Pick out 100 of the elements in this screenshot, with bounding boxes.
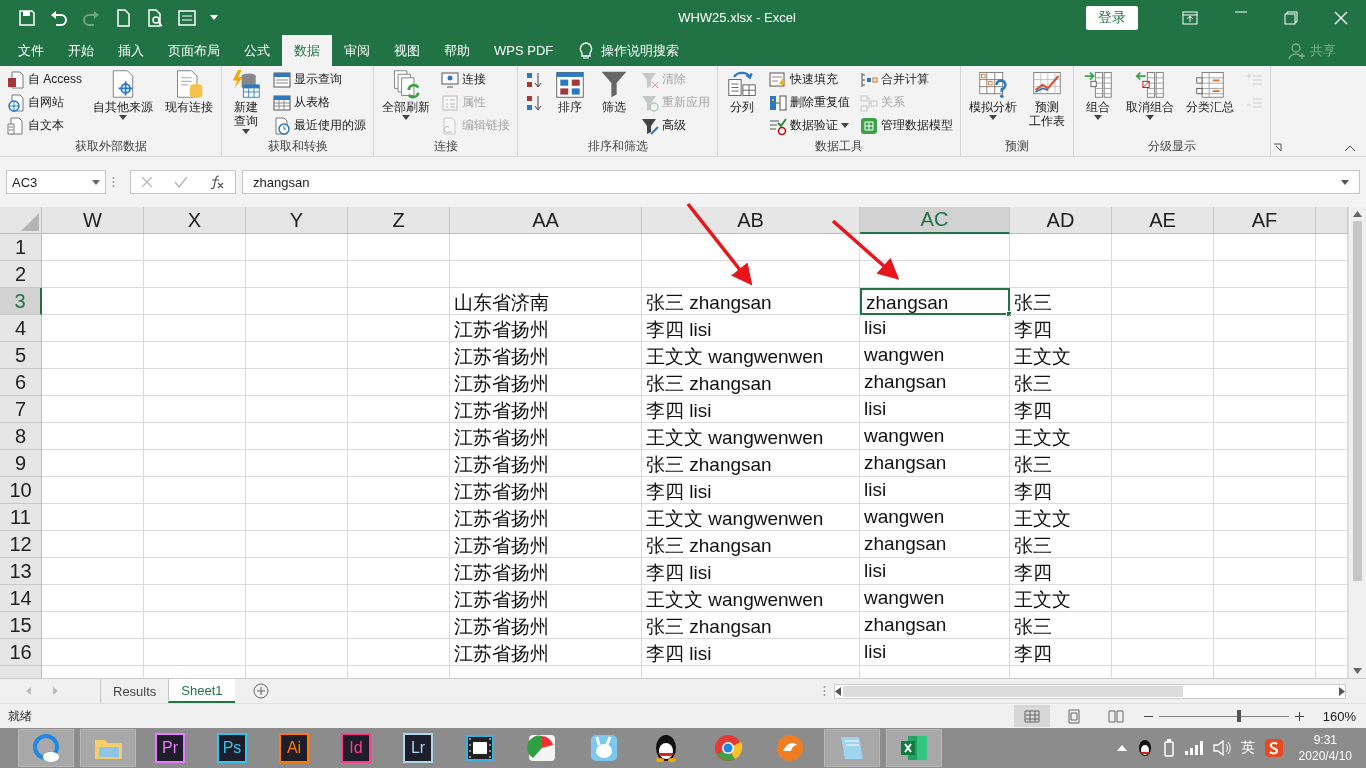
cell[interactable] bbox=[1112, 450, 1214, 477]
ribbon-button[interactable]: 删除重复值 bbox=[766, 91, 853, 114]
cell[interactable] bbox=[42, 504, 144, 531]
cell[interactable] bbox=[642, 261, 860, 288]
cell[interactable] bbox=[246, 558, 348, 585]
cell[interactable] bbox=[860, 234, 1010, 261]
ribbon-button[interactable]: 取消组合 bbox=[1122, 68, 1178, 121]
ribbon-button[interactable]: 快速填充 bbox=[766, 68, 853, 91]
cell[interactable] bbox=[144, 585, 246, 612]
cell[interactable] bbox=[348, 261, 450, 288]
cell[interactable]: wangwen bbox=[860, 504, 1010, 531]
row-header[interactable]: 16 bbox=[0, 639, 42, 666]
cell[interactable]: 江苏省扬州 bbox=[450, 612, 642, 639]
cell[interactable] bbox=[246, 504, 348, 531]
row-header[interactable]: 9 bbox=[0, 450, 42, 477]
ribbon-tab[interactable]: 插入 bbox=[106, 35, 156, 66]
ribbon-button[interactable]: 模拟分析 bbox=[965, 68, 1021, 121]
cell[interactable] bbox=[1010, 261, 1112, 288]
cell[interactable]: 张三 bbox=[1010, 531, 1112, 558]
cell[interactable] bbox=[144, 531, 246, 558]
cell[interactable] bbox=[1214, 504, 1316, 531]
cell[interactable] bbox=[246, 369, 348, 396]
cell[interactable] bbox=[246, 234, 348, 261]
cell[interactable]: 王文文 wangwenwen bbox=[642, 504, 860, 531]
cell[interactable] bbox=[246, 396, 348, 423]
cell[interactable]: 李四 lisi bbox=[642, 558, 860, 585]
cell[interactable] bbox=[42, 369, 144, 396]
cell[interactable]: 江苏省扬州 bbox=[450, 477, 642, 504]
cell[interactable] bbox=[1214, 234, 1316, 261]
cell[interactable]: 江苏省扬州 bbox=[450, 450, 642, 477]
cell[interactable] bbox=[144, 396, 246, 423]
cell[interactable]: 张三 bbox=[1010, 288, 1112, 315]
ribbon-button[interactable]: 数据验证 bbox=[766, 114, 853, 137]
cell[interactable] bbox=[42, 261, 144, 288]
cell[interactable] bbox=[1112, 639, 1214, 666]
cell[interactable] bbox=[42, 450, 144, 477]
sheet-tab[interactable]: Sheet1 bbox=[168, 679, 235, 703]
cell[interactable] bbox=[246, 612, 348, 639]
cell[interactable]: 江苏省扬州 bbox=[450, 396, 642, 423]
cell[interactable] bbox=[42, 612, 144, 639]
cell[interactable] bbox=[348, 315, 450, 342]
undo-icon[interactable] bbox=[50, 8, 68, 27]
ribbon-button[interactable]: 最近使用的源 bbox=[270, 114, 369, 137]
cell[interactable]: zhangsan bbox=[860, 450, 1010, 477]
cell[interactable] bbox=[42, 234, 144, 261]
cell[interactable] bbox=[42, 396, 144, 423]
cell[interactable]: 张三 zhangsan bbox=[642, 531, 860, 558]
ribbon-tab[interactable]: 帮助 bbox=[432, 35, 482, 66]
cell[interactable]: 李四 bbox=[1010, 315, 1112, 342]
cell[interactable]: wangwen bbox=[860, 342, 1010, 369]
cell[interactable]: 江苏省扬州 bbox=[450, 369, 642, 396]
cell[interactable] bbox=[1112, 342, 1214, 369]
cell[interactable]: lisi bbox=[860, 477, 1010, 504]
cell[interactable] bbox=[348, 639, 450, 666]
cell[interactable] bbox=[144, 423, 246, 450]
cell[interactable]: 王文文 wangwenwen bbox=[642, 423, 860, 450]
row-header[interactable]: 7 bbox=[0, 396, 42, 423]
cell[interactable] bbox=[144, 261, 246, 288]
ribbon-button[interactable]: 现有连接 bbox=[161, 68, 217, 115]
cell[interactable] bbox=[246, 261, 348, 288]
cell[interactable] bbox=[1112, 612, 1214, 639]
cell[interactable] bbox=[144, 342, 246, 369]
cell[interactable] bbox=[450, 234, 642, 261]
cell[interactable] bbox=[348, 504, 450, 531]
cell[interactable] bbox=[1214, 612, 1316, 639]
column-header[interactable]: W bbox=[42, 207, 144, 234]
active-cell[interactable]: zhangsan bbox=[860, 288, 1010, 315]
cell[interactable] bbox=[42, 531, 144, 558]
cell[interactable] bbox=[246, 531, 348, 558]
cell[interactable]: zhangsan bbox=[860, 369, 1010, 396]
ribbon-tab[interactable]: 页面布局 bbox=[156, 35, 232, 66]
row-header[interactable]: 14 bbox=[0, 585, 42, 612]
cell[interactable] bbox=[42, 423, 144, 450]
cell[interactable] bbox=[1214, 450, 1316, 477]
cell[interactable] bbox=[348, 234, 450, 261]
cell[interactable] bbox=[1112, 396, 1214, 423]
cell[interactable] bbox=[1112, 531, 1214, 558]
cell[interactable]: 江苏省扬州 bbox=[450, 585, 642, 612]
cell[interactable]: 张三 zhangsan bbox=[642, 288, 860, 315]
cell[interactable]: 李四 lisi bbox=[642, 396, 860, 423]
column-header[interactable]: AC bbox=[860, 207, 1010, 234]
cell[interactable]: 张三 zhangsan bbox=[642, 369, 860, 396]
row-header[interactable]: 2 bbox=[0, 261, 42, 288]
cell[interactable] bbox=[1214, 342, 1316, 369]
taskbar-button[interactable]: Id bbox=[328, 729, 384, 767]
cell[interactable]: 张三 zhangsan bbox=[642, 450, 860, 477]
row-header[interactable]: 4 bbox=[0, 315, 42, 342]
cell[interactable] bbox=[42, 477, 144, 504]
new-document-icon[interactable] bbox=[114, 8, 132, 27]
cell[interactable] bbox=[1112, 315, 1214, 342]
cell[interactable] bbox=[1112, 585, 1214, 612]
cell[interactable]: 江苏省扬州 bbox=[450, 315, 642, 342]
row-header[interactable]: 5 bbox=[0, 342, 42, 369]
cell[interactable] bbox=[246, 288, 348, 315]
cell[interactable] bbox=[1214, 558, 1316, 585]
cell[interactable] bbox=[246, 477, 348, 504]
ribbon-tab[interactable]: WPS PDF bbox=[482, 35, 566, 66]
column-header[interactable]: X bbox=[144, 207, 246, 234]
cell[interactable]: 王文文 bbox=[1010, 423, 1112, 450]
form-icon[interactable] bbox=[178, 8, 196, 27]
